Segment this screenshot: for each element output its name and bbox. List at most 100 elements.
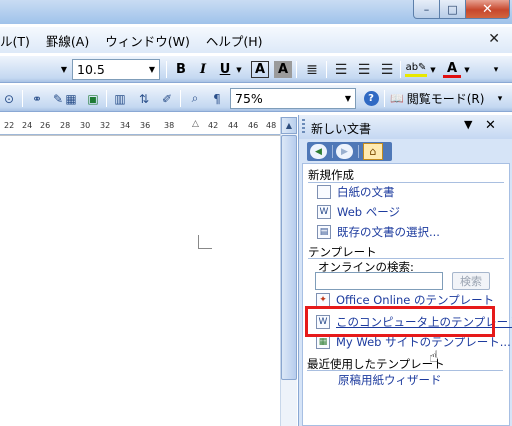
chevron-down-icon[interactable]: ▼ xyxy=(341,89,355,108)
font-name-dropdown-arrow-icon[interactable]: ▼ xyxy=(58,59,70,80)
nav-separator xyxy=(332,145,333,158)
decrease-indent-icon[interactable]: ☰ xyxy=(378,59,396,80)
ruler-tick-label: 24 xyxy=(22,121,33,130)
menu-help[interactable]: ヘルプ(H) xyxy=(206,31,269,50)
zoom-combo[interactable]: 75% ▼ xyxy=(230,88,356,109)
toolbar-options-icon[interactable]: ▾ xyxy=(494,88,506,109)
vertical-scrollbar[interactable]: ▲ xyxy=(280,117,297,426)
drawing-icon[interactable]: ✐ xyxy=(158,88,176,109)
maximize-button[interactable]: □ xyxy=(440,0,466,19)
horizontal-ruler[interactable]: 22 24 26 28 30 32 34 36 38 △ 42 44 46 48 xyxy=(0,115,296,135)
drag-grip-icon[interactable] xyxy=(302,119,305,135)
scroll-up-arrow-icon[interactable]: ▲ xyxy=(281,117,297,134)
menu-tools[interactable]: ル(T) xyxy=(0,31,36,50)
font-size-combo[interactable]: 10.5 ▼ xyxy=(72,59,160,80)
web-page-icon: W xyxy=(317,205,331,219)
ruler-tick-label: 34 xyxy=(120,121,131,130)
insert-excel-icon[interactable]: ▣ xyxy=(84,88,102,109)
task-pane-title: 新しい文書 xyxy=(311,122,372,136)
page-margin-corner xyxy=(198,248,212,249)
task-pane-nav: ◀ ▶ ⌂ xyxy=(307,142,392,161)
toolbar-separator xyxy=(384,90,385,107)
forward-arrow-icon[interactable]: ▶ xyxy=(336,144,353,159)
ruler-tick-label: 30 xyxy=(80,121,91,130)
office-online-icon: ✦ xyxy=(316,293,330,307)
web-page-link[interactable]: W Web ページ xyxy=(317,204,400,220)
standard-toolbar: ⊙ ⚭ ✎ ▦ ▣ ▥ ⇅ ✐ ⌕ ¶ 75% ▼ ? 📖 閲覧モード(R) ▾ xyxy=(0,85,512,112)
ruler-tick-label: 42 xyxy=(208,121,219,130)
show-hide-icon[interactable]: ¶ xyxy=(208,88,226,109)
right-indent-marker-icon[interactable]: △ xyxy=(192,119,199,129)
toolbar-separator xyxy=(400,61,401,78)
columns-icon[interactable]: ▥ xyxy=(111,88,129,109)
highlight-annotation xyxy=(305,306,495,337)
toolbar-separator xyxy=(166,61,167,78)
toolbar-options-icon[interactable]: ▾ xyxy=(490,59,502,80)
search-button[interactable]: 検索 xyxy=(452,272,490,290)
font-color-icon[interactable]: A xyxy=(443,61,461,78)
font-color-dropdown-icon[interactable]: ▼ xyxy=(462,59,472,80)
character-shading-button[interactable]: A xyxy=(274,61,292,78)
page-margin-corner xyxy=(198,235,199,249)
document-close-icon[interactable]: ✕ xyxy=(488,31,500,47)
section-divider xyxy=(307,370,503,371)
toolbar-separator xyxy=(106,90,107,107)
toolbar-separator xyxy=(326,61,327,78)
blank-document-link[interactable]: 白紙の文書 xyxy=(317,184,395,200)
minimize-button[interactable]: – xyxy=(413,0,440,19)
underline-dropdown-icon[interactable]: ▼ xyxy=(234,59,244,80)
toolbar-separator xyxy=(296,61,297,78)
bullets-icon[interactable]: ☰ xyxy=(355,59,373,80)
link-label: 原稿用紙ウィザード xyxy=(338,373,442,387)
underline-button[interactable]: U xyxy=(216,59,234,80)
character-border-button[interactable]: A xyxy=(251,61,269,78)
vertical-text-icon[interactable]: ⇅ xyxy=(135,88,153,109)
task-pane-header: 新しい文書 ▼ ✕ xyxy=(299,115,512,139)
numbering-icon[interactable]: ☰ xyxy=(332,59,350,80)
chevron-down-icon[interactable]: ▼ xyxy=(145,60,159,79)
research-icon[interactable]: ⊙ xyxy=(0,88,18,109)
ruler-tick-label: 36 xyxy=(140,121,151,130)
hyperlink-icon[interactable]: ⚭ xyxy=(28,88,46,109)
existing-document-icon: ▤ xyxy=(317,225,331,239)
menu-window[interactable]: ウィンドウ(W) xyxy=(105,31,196,50)
link-label: 白紙の文書 xyxy=(337,185,395,199)
justify-align-icon[interactable]: ≣ xyxy=(303,59,321,80)
document-map-icon[interactable]: ⌕ xyxy=(186,88,204,109)
window-controls: – □ ✕ xyxy=(413,0,510,20)
help-icon: ? xyxy=(363,91,379,106)
link-label: Web ページ xyxy=(337,205,400,219)
highlight-icon[interactable]: ab✎ xyxy=(405,61,427,77)
italic-button[interactable]: I xyxy=(194,59,212,80)
home-icon[interactable]: ⌂ xyxy=(363,143,383,160)
title-bar: – □ ✕ xyxy=(0,0,512,24)
blank-document-icon xyxy=(317,185,331,199)
ruler-tick-label: 28 xyxy=(60,121,71,130)
scrollbar-thumb[interactable] xyxy=(281,135,297,380)
link-label: 既存の文書の選択... xyxy=(337,225,440,239)
back-arrow-icon[interactable]: ◀ xyxy=(310,144,327,159)
document-page[interactable] xyxy=(0,135,280,426)
ruler-tick-label: 46 xyxy=(248,121,259,130)
help-button[interactable]: ? xyxy=(362,88,380,109)
task-pane-menu-icon[interactable]: ▼ xyxy=(464,118,472,131)
task-pane-close-icon[interactable]: ✕ xyxy=(485,118,496,133)
close-button[interactable]: ✕ xyxy=(466,0,510,19)
formatting-toolbar: ▼ 10.5 ▼ B I U ▼ A A ≣ ☰ ☰ ☰ ab✎ ▼ A ▼ ▾ xyxy=(0,56,512,83)
reading-mode-label: 閲覧モード(R) xyxy=(406,92,485,106)
ruler-tick-label: 26 xyxy=(40,121,51,130)
insert-table-icon[interactable]: ▦ xyxy=(62,88,80,109)
existing-document-link[interactable]: ▤ 既存の文書の選択... xyxy=(317,224,440,240)
ruler-tick-label: 44 xyxy=(228,121,239,130)
ruler-tick-label: 38 xyxy=(164,121,175,130)
web-site-icon: ▦ xyxy=(316,335,330,349)
section-divider xyxy=(308,182,504,183)
zoom-value: 75% xyxy=(235,91,263,106)
genkou-wizard-link[interactable]: 原稿用紙ウィザード xyxy=(338,372,442,388)
book-icon: 📖 xyxy=(390,92,404,105)
highlight-dropdown-icon[interactable]: ▼ xyxy=(428,59,438,80)
bold-button[interactable]: B xyxy=(172,59,190,80)
template-search-input[interactable] xyxy=(315,272,443,290)
reading-mode-button[interactable]: 📖 閲覧モード(R) xyxy=(390,88,490,109)
menu-table[interactable]: 罫線(A) xyxy=(46,31,95,50)
